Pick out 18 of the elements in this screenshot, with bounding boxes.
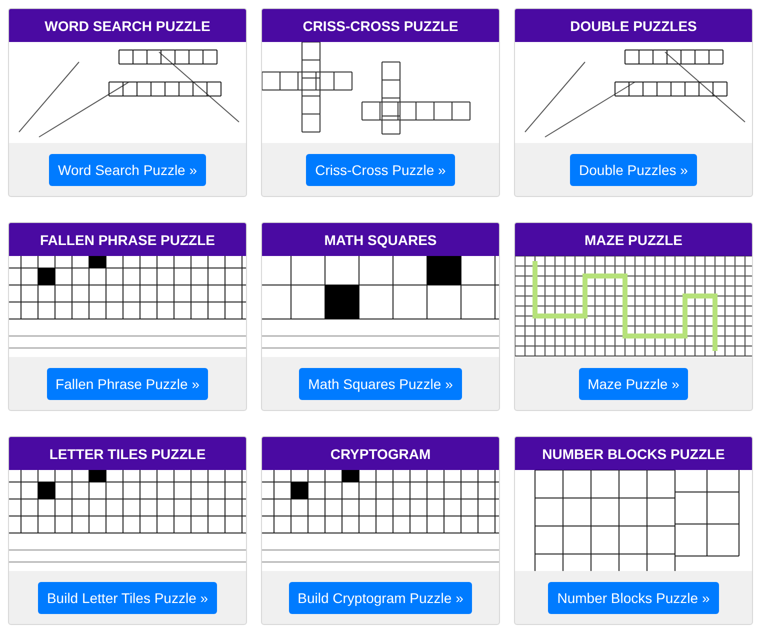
puzzle-button[interactable]: Number Blocks Puzzle » [548,582,719,614]
card-title: MAZE PUZZLE [515,223,752,256]
puzzle-button[interactable]: Build Cryptogram Puzzle » [288,582,472,614]
card-title: MATH SQUARES [262,223,499,256]
puzzle-button[interactable]: Maze Puzzle » [578,368,688,400]
puzzle-button[interactable]: Word Search Puzzle » [48,154,206,186]
card-title: CRYPTOGRAM [262,437,499,470]
card-title: WORD SEARCH PUZZLE [9,9,246,42]
puzzle-button[interactable]: Double Puzzles » [570,154,697,186]
card-title: FALLEN PHRASE PUZZLE [9,223,246,256]
puzzle-button[interactable]: Math Squares Puzzle » [299,368,462,400]
puzzle-button[interactable]: Build Letter Tiles Puzzle » [38,582,218,614]
card-title: CRISS-CROSS PUZZLE [262,9,499,42]
puzzle-button[interactable]: Fallen Phrase Puzzle » [46,368,208,400]
card-title: NUMBER BLOCKS PUZZLE [515,437,752,470]
card-title: LETTER TILES PUZZLE [9,437,246,470]
card-title: DOUBLE PUZZLES [515,9,752,42]
puzzle-button[interactable]: Criss-Cross Puzzle » [306,154,455,186]
